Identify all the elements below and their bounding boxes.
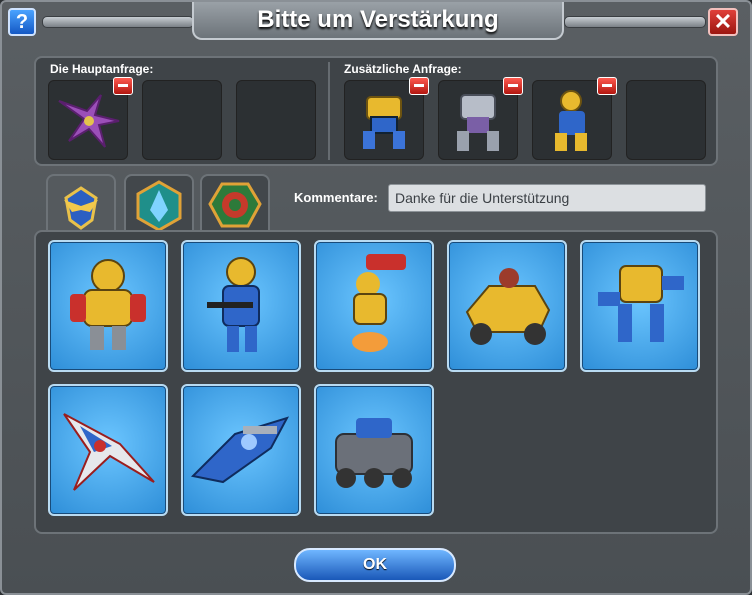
red-white-fighter-jet-icon xyxy=(63,413,155,491)
eagle-emblem-icon xyxy=(64,186,98,230)
units-panel xyxy=(34,230,718,534)
armored-tank-icon xyxy=(335,418,413,488)
remove-button[interactable] xyxy=(503,77,523,95)
walker-mech-icon xyxy=(598,265,684,342)
unit-card[interactable] xyxy=(314,384,434,516)
comment-field[interactable]: Danke für die Unterstützung xyxy=(388,184,706,212)
dialog-title: Bitte um Verstärkung xyxy=(257,6,499,33)
title-rail-right xyxy=(564,16,706,28)
yellow-buggy-vehicle-icon xyxy=(465,268,551,345)
main-request-label: Die Hauptanfrage: xyxy=(50,62,154,76)
title-bar: Bitte um Verstärkung ? ✕ xyxy=(2,2,750,42)
close-button[interactable]: ✕ xyxy=(708,8,738,36)
heavy-armor-trooper-icon xyxy=(70,259,146,350)
blue-crystal-emblem-icon xyxy=(136,180,182,232)
blue-gunship-icon xyxy=(190,416,290,484)
extra-slot-2[interactable] xyxy=(438,77,523,160)
extra-slot-4[interactable] xyxy=(626,80,706,160)
unit-card[interactable] xyxy=(48,384,168,516)
rifle-trooper-icon xyxy=(207,257,260,352)
request-divider xyxy=(328,62,330,160)
rocket-jetpack-trooper-icon xyxy=(352,254,406,352)
unit-card[interactable] xyxy=(447,240,567,372)
tab-crystal[interactable] xyxy=(124,174,194,234)
unit-card[interactable] xyxy=(580,240,700,372)
reinforcement-dialog: Bitte um Verstärkung ? ✕ Die Hauptanfrag… xyxy=(0,0,752,595)
green-spiral-emblem-icon xyxy=(208,182,262,228)
unit-card[interactable] xyxy=(314,240,434,372)
extra-slot-1[interactable] xyxy=(344,77,429,160)
unit-card[interactable] xyxy=(48,240,168,372)
close-x-icon: ✕ xyxy=(713,9,733,34)
tab-spiral[interactable] xyxy=(200,174,270,234)
comment-label: Kommentare: xyxy=(294,190,378,205)
question-mark-icon: ? xyxy=(15,11,29,33)
remove-button[interactable] xyxy=(597,77,617,95)
remove-button[interactable] xyxy=(113,77,133,95)
unit-card[interactable] xyxy=(181,384,301,516)
extra-request-label: Zusätzliche Anfrage: xyxy=(344,62,462,76)
help-button[interactable]: ? xyxy=(8,8,36,36)
ok-button[interactable]: OK xyxy=(294,548,456,582)
main-slot-1[interactable] xyxy=(48,77,133,160)
request-panel: Die Hauptanfrage: Zusätzliche Anfrage: xyxy=(34,56,718,166)
extra-slot-3[interactable] xyxy=(532,77,617,160)
main-slot-3[interactable] xyxy=(236,80,316,160)
title-rail-left xyxy=(42,16,194,28)
remove-button[interactable] xyxy=(409,77,429,95)
unit-card[interactable] xyxy=(181,240,301,372)
main-slot-2[interactable] xyxy=(142,80,222,160)
